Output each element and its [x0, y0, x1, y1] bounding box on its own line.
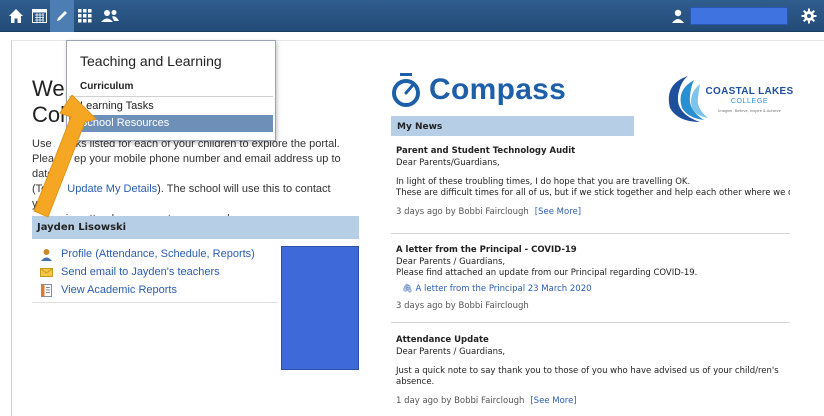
- profile-link[interactable]: Profile (Attendance, Schedule, Reports): [32, 245, 277, 263]
- see-more-link[interactable]: [See More]: [530, 396, 576, 406]
- apps-grid-icon[interactable]: [73, 0, 97, 32]
- news-item: A letter from the Principal - COVID-19 D…: [396, 245, 796, 312]
- news-divider: [391, 322, 790, 323]
- news-meta: 3 days ago by Bobbi Fairclough [See More]: [396, 207, 796, 218]
- attachment-label: A letter from the Principal 23 March 202…: [415, 284, 592, 294]
- top-nav-bar: [0, 0, 824, 32]
- annotation-arrow-icon: [33, 95, 97, 218]
- academic-reports-label: View Academic Reports: [61, 284, 177, 296]
- profile-icon: [40, 248, 53, 261]
- coastal-lakes-college-logo: COASTAL LAKES COLLEGE Imagine, Believe, …: [660, 70, 794, 126]
- people-icon[interactable]: [96, 0, 124, 32]
- calendar-grid-icon[interactable]: [27, 0, 51, 32]
- news-body: These are difficult times for all of us,…: [396, 188, 790, 198]
- college-name: COASTAL LAKES: [705, 86, 794, 97]
- college-name-line2: COLLEGE: [730, 98, 769, 105]
- attachment-link[interactable]: 🖇 A letter from the Principal 23 March 2…: [396, 284, 796, 295]
- news-divider: [391, 233, 790, 234]
- email-icon: [40, 266, 53, 279]
- news-body: In light of these troubling times, I do …: [396, 177, 691, 187]
- gear-icon[interactable]: [797, 0, 821, 32]
- student-links: Profile (Attendance, Schedule, Reports) …: [32, 245, 277, 299]
- news-title[interactable]: Parent and Student Technology Audit: [396, 146, 796, 157]
- compass-logo-icon: [392, 73, 420, 107]
- pencil-icon[interactable]: [50, 0, 74, 32]
- email-teachers-label: Send email to Jayden's teachers: [61, 266, 220, 278]
- academic-reports-link[interactable]: View Academic Reports: [32, 281, 277, 299]
- news-meta: 3 days ago by Bobbi Fairclough: [396, 301, 529, 311]
- divider: [32, 302, 277, 303]
- news-title[interactable]: A letter from the Principal - COVID-19: [396, 245, 796, 256]
- news-title[interactable]: Attendance Update: [396, 335, 796, 346]
- news-greeting: Dear Parents/Guardians,: [396, 158, 500, 168]
- news-meta-text: 3 days ago by Bobbi Fairclough: [396, 207, 529, 217]
- user-icon[interactable]: [666, 0, 690, 32]
- news-item: Attendance Update Dear Parents / Guardia…: [396, 335, 796, 407]
- menu-title: Teaching and Learning: [80, 53, 222, 69]
- see-more-link[interactable]: [See More]: [535, 207, 581, 217]
- news-item: Parent and Student Technology Audit Dear…: [396, 146, 796, 218]
- user-name-field[interactable]: [690, 7, 788, 25]
- news-body: absence.: [396, 377, 435, 387]
- menu-section-curriculum: Curriculum: [80, 81, 134, 92]
- news-meta: 1 day ago by Bobbi Fairclough [See More]: [396, 396, 796, 407]
- student-photo: [281, 246, 359, 370]
- college-tagline: Imagine, Believe, Inspire & Achieve: [718, 108, 781, 113]
- paperclip-icon: 🖇: [402, 284, 413, 294]
- compass-brand-text: Compass: [429, 73, 567, 106]
- news-greeting: Dear Parents / Guardians,: [396, 347, 506, 357]
- report-icon: [40, 283, 53, 297]
- my-news-heading: My News: [391, 116, 634, 136]
- profile-link-label: Profile (Attendance, Schedule, Reports): [61, 248, 255, 260]
- news-meta-text: 1 day ago by Bobbi Fairclough: [396, 396, 525, 406]
- compass-logo: Compass: [391, 70, 566, 110]
- email-teachers-link[interactable]: Send email to Jayden's teachers: [32, 263, 277, 281]
- news-greeting: Dear Parents / Guardians,: [396, 257, 506, 267]
- news-body: Just a quick note to say thank you to th…: [396, 366, 779, 376]
- home-icon[interactable]: [4, 0, 28, 32]
- news-body: Please find attached an update from our …: [396, 268, 698, 278]
